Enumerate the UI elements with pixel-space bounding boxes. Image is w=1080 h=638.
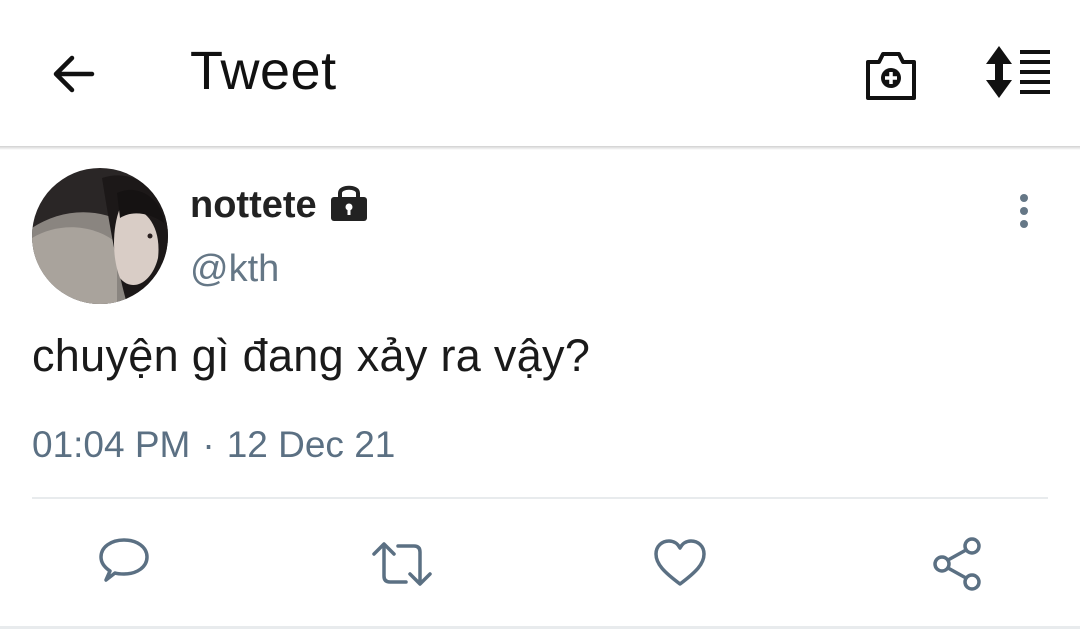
user-handle[interactable]: @kth: [190, 248, 279, 291]
tweet-date: 12 Dec 21: [226, 424, 396, 465]
page-title: Tweet: [190, 41, 337, 101]
more-options-button[interactable]: [1010, 192, 1038, 232]
more-vertical-icon: [1020, 194, 1028, 228]
display-name[interactable]: nottete: [190, 184, 317, 227]
lock-icon: [330, 185, 367, 221]
bottom-divider: [0, 626, 1080, 629]
back-button[interactable]: [48, 50, 100, 98]
sort-list-icon: [986, 46, 1050, 98]
retweet-icon: [372, 542, 432, 586]
tweet-time: 01:04 PM: [32, 424, 191, 465]
reply-button[interactable]: [96, 536, 152, 592]
share-button[interactable]: [930, 536, 986, 592]
avatar-image: [32, 168, 168, 304]
camera-button[interactable]: [862, 44, 920, 102]
reply-icon: [99, 538, 149, 582]
author-name-row: nottete: [190, 184, 369, 227]
retweet-button[interactable]: [370, 536, 432, 592]
back-arrow-icon: [53, 55, 95, 93]
meta-separator: ·: [202, 424, 215, 465]
sort-button[interactable]: [982, 44, 1052, 100]
camera-plus-icon: [866, 52, 916, 100]
app-header: Tweet: [0, 0, 1080, 146]
like-button[interactable]: [652, 536, 708, 592]
like-icon: [654, 539, 706, 586]
divider: [32, 497, 1048, 499]
header-shadow: [0, 146, 1080, 150]
tweet-text: chuyện gì đang xảy ra vậy?: [32, 330, 591, 381]
avatar[interactable]: [32, 168, 168, 304]
tweet-timestamp: 01:04 PM · 12 Dec 21: [32, 424, 395, 466]
share-icon: [933, 537, 981, 591]
